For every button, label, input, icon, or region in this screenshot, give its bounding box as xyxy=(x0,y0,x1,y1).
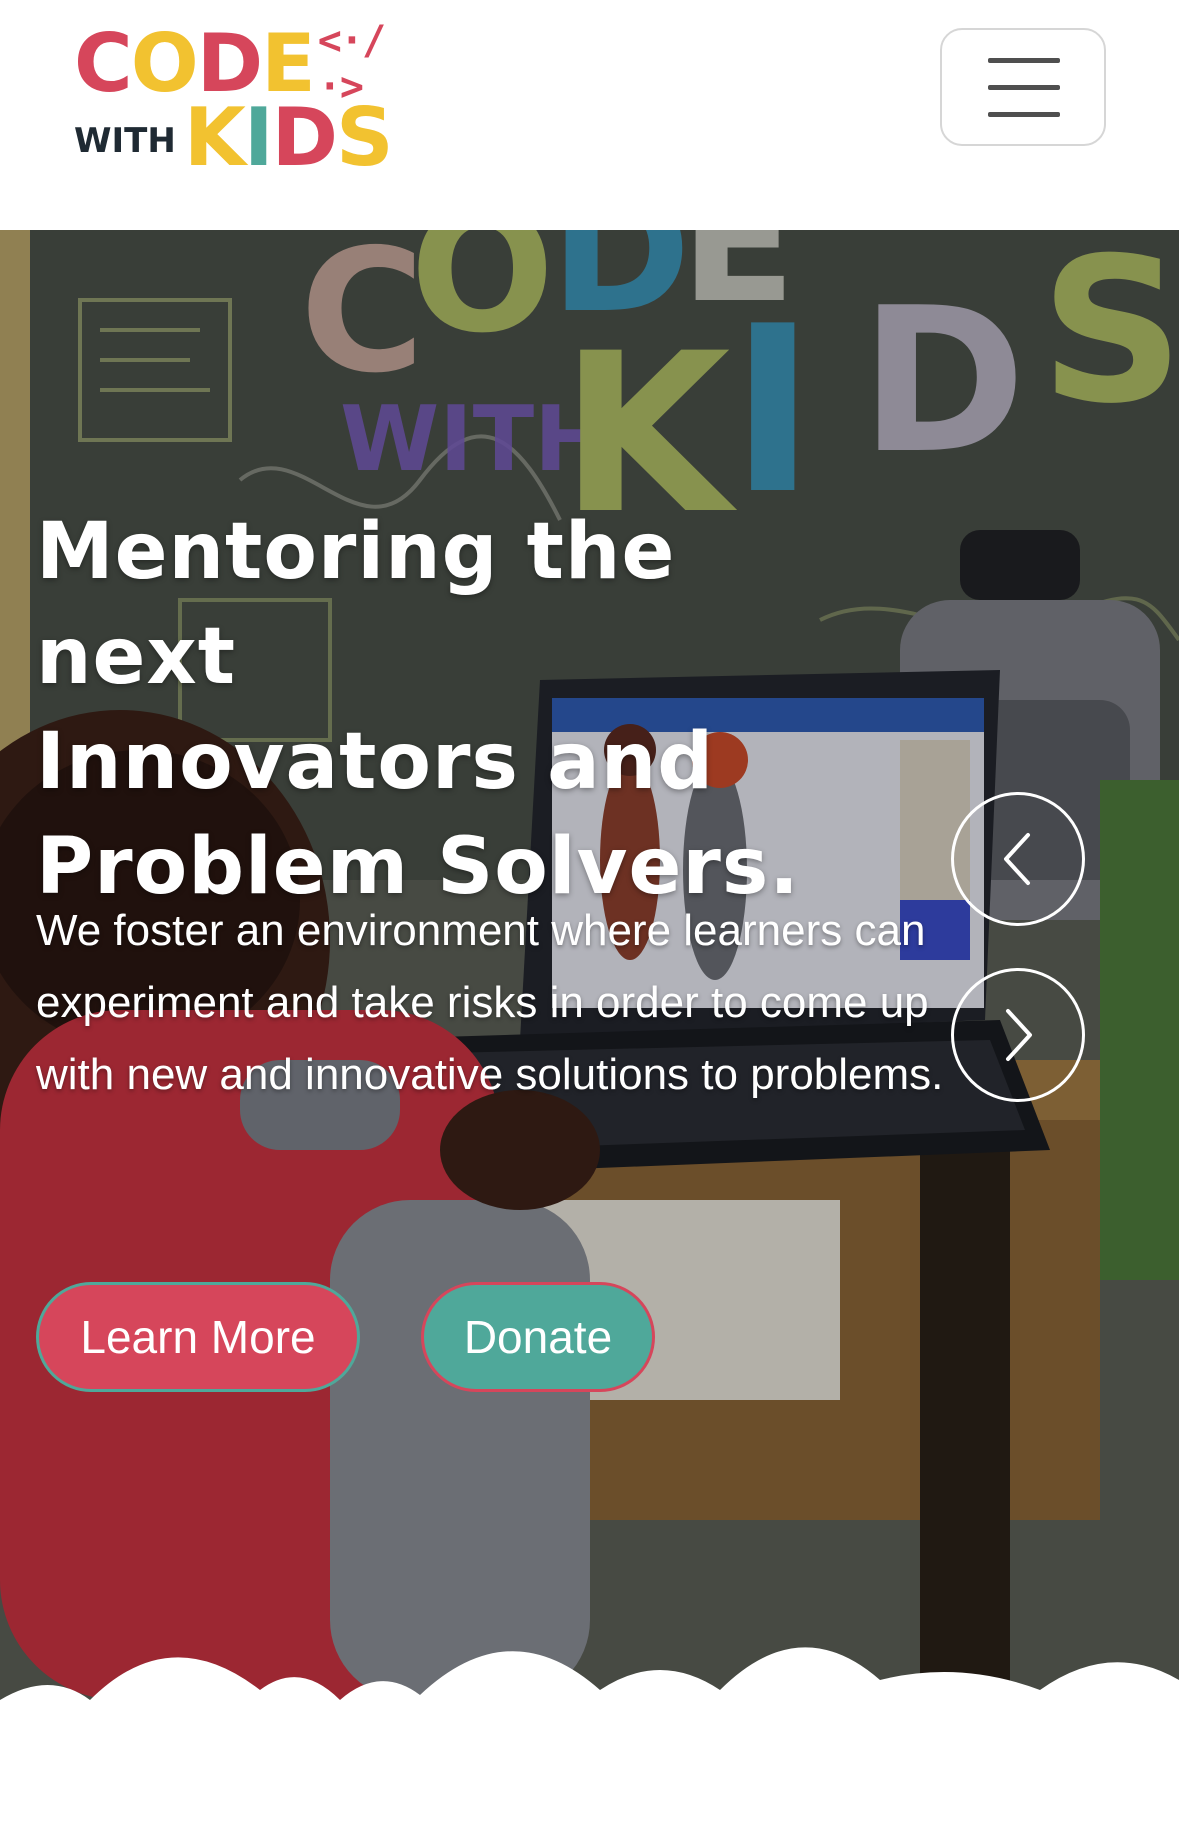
hero-title-line: Innovators and xyxy=(36,717,715,807)
logo-letter: C xyxy=(74,17,133,110)
carousel-next-button[interactable] xyxy=(951,968,1085,1102)
menu-toggle-button[interactable] xyxy=(940,28,1106,146)
code-with-kids-logo[interactable]: C O D E <·/·> WITH K I D S xyxy=(74,17,394,178)
logo-with-text: WITH xyxy=(74,121,176,161)
chevron-right-icon xyxy=(1006,1009,1032,1061)
logo-letter: D xyxy=(271,91,338,184)
chevron-left-icon xyxy=(1004,833,1030,885)
hero-bottom-scallop-edge xyxy=(0,1647,1179,1822)
logo-letter: K xyxy=(183,91,246,184)
site-header: C O D E <·/·> WITH K I D S xyxy=(0,0,1179,230)
hero-title-line: Mentoring the next xyxy=(36,507,676,702)
hero-description: We foster an environment where learners … xyxy=(36,906,944,1099)
carousel-prev-button[interactable] xyxy=(951,792,1085,926)
logo-letter: I xyxy=(243,91,274,184)
logo-row-kids: WITH K I D S xyxy=(74,91,394,184)
logo-letter: S xyxy=(335,91,394,184)
learn-more-button[interactable]: Learn More xyxy=(36,1282,360,1392)
hero-title: Mentoring the next Innovators and Proble… xyxy=(36,500,856,920)
donate-button[interactable]: Donate xyxy=(421,1282,655,1392)
